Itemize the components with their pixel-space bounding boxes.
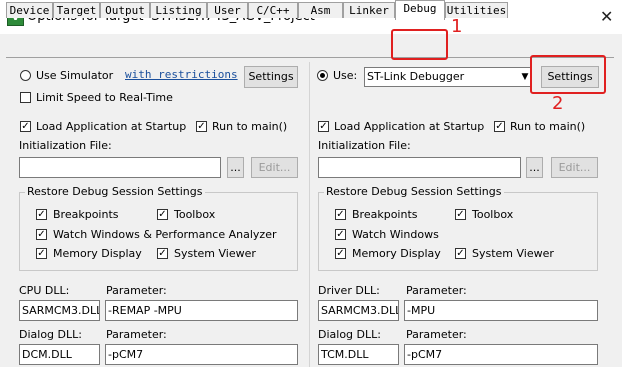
right-memory-display-checkbox[interactable]: ✓ [335,248,346,259]
tab-output[interactable]: Output [100,2,150,18]
cpu-parameter-label: Parameter: [106,284,167,297]
driver-parameter-field[interactable]: -MPU [404,300,598,321]
left-load-app-checkbox[interactable]: ✓ [20,121,31,132]
left-dialog-dll-label: Dialog DLL: [19,328,82,341]
left-restore-group-title: Restore Debug Session Settings [25,185,205,198]
right-breakpoints-label: Breakpoints [352,208,418,221]
tab-debug[interactable]: Debug [395,0,445,20]
left-edit-button[interactable]: Edit... [251,157,298,178]
tab-user[interactable]: User [207,2,248,18]
right-watch-windows-label: Watch Windows [352,228,439,241]
tab-c-cpp[interactable]: C/C++ [248,2,298,18]
right-breakpoints-checkbox[interactable]: ✓ [335,209,346,220]
column-divider [309,62,310,367]
left-memory-display-checkbox[interactable]: ✓ [36,248,47,259]
close-icon[interactable]: ✕ [600,7,613,26]
left-toolbox-label: Toolbox [174,208,216,221]
settings-button-highlight [530,55,606,94]
left-run-main-label: Run to main() [212,120,288,133]
left-watch-windows-label: Watch Windows & Performance Analyzer [53,228,277,241]
right-dialog-parameter-field[interactable]: -pCM7 [404,344,598,365]
right-edit-button[interactable]: Edit... [551,157,598,178]
right-load-app-checkbox[interactable]: ✓ [318,121,329,132]
left-breakpoints-label: Breakpoints [53,208,119,221]
right-dialog-dll-label: Dialog DLL: [318,328,381,341]
cpu-dll-field[interactable]: SARMCM3.DLL [19,300,100,321]
limit-speed-label: Limit Speed to Real-Time [36,91,173,104]
limit-speed-checkbox[interactable] [20,92,31,103]
right-watch-windows-checkbox[interactable]: ✓ [335,229,346,240]
tab-target[interactable]: Target [53,2,100,18]
left-memory-display-label: Memory Display [53,247,142,260]
tab-baseline [6,57,614,58]
use-label: Use: [333,69,358,82]
driver-dll-label: Driver DLL: [318,284,380,297]
left-browse-button[interactable]: ... [227,157,244,178]
tab-device[interactable]: Device [6,2,53,18]
left-system-viewer-checkbox[interactable]: ✓ [157,248,168,259]
with-restrictions-link[interactable]: with restrictions [125,68,238,81]
left-watch-windows-checkbox[interactable]: ✓ [36,229,47,240]
right-system-viewer-label: System Viewer [472,247,554,260]
debug-tab-highlight [391,29,448,60]
right-init-file-input[interactable] [318,157,521,178]
tab-listing[interactable]: Listing [150,2,207,18]
left-load-app-label: Load Application at Startup [36,120,187,133]
left-init-file-input[interactable] [19,157,221,178]
right-run-main-checkbox[interactable]: ✓ [494,121,505,132]
left-run-main-checkbox[interactable]: ✓ [196,121,207,132]
tab-asm[interactable]: Asm [298,2,343,18]
right-restore-group-title: Restore Debug Session Settings [324,185,504,198]
left-system-viewer-label: System Viewer [174,247,256,260]
use-debugger-radio[interactable] [317,70,328,81]
right-toolbox-checkbox[interactable]: ✓ [455,209,466,220]
simulator-settings-button[interactable]: Settings [244,66,298,88]
right-init-file-label: Initialization File: [318,139,411,152]
left-breakpoints-checkbox[interactable]: ✓ [36,209,47,220]
driver-parameter-label: Parameter: [406,284,467,297]
right-dialog-dll-field[interactable]: TCM.DLL [318,344,399,365]
right-run-main-label: Run to main() [510,120,586,133]
use-simulator-label: Use Simulator [36,69,114,82]
right-toolbox-label: Toolbox [472,208,514,221]
debugger-select[interactable]: ST-Link Debugger [364,67,532,87]
left-dialog-parameter-label: Parameter: [106,328,167,341]
cpu-parameter-field[interactable]: -REMAP -MPU [105,300,298,321]
use-simulator-radio[interactable] [20,70,31,81]
step-2-marker: 2 [552,93,564,114]
right-load-app-label: Load Application at Startup [334,120,485,133]
driver-dll-field[interactable]: SARMCM3.DLL [318,300,399,321]
left-dialog-parameter-field[interactable]: -pCM7 [105,344,298,365]
right-browse-button[interactable]: ... [526,157,543,178]
left-init-file-label: Initialization File: [19,139,112,152]
tab-linker[interactable]: Linker [343,2,395,18]
right-system-viewer-checkbox[interactable]: ✓ [455,248,466,259]
cpu-dll-label: CPU DLL: [19,284,70,297]
left-dialog-dll-field[interactable]: DCM.DLL [19,344,100,365]
right-memory-display-label: Memory Display [352,247,441,260]
step-1-marker: 1 [451,16,463,37]
left-toolbox-checkbox[interactable]: ✓ [157,209,168,220]
right-dialog-parameter-label: Parameter: [406,328,467,341]
